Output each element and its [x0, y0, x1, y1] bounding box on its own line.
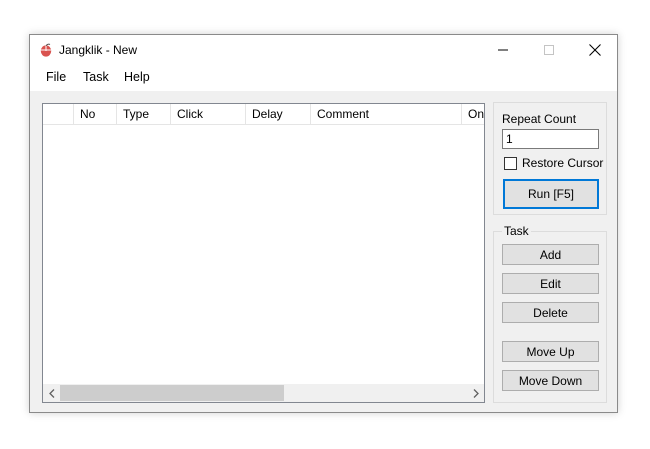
close-icon — [589, 44, 601, 56]
minimize-button[interactable] — [480, 35, 526, 65]
list-header: No Type Click Delay Comment On — [43, 104, 484, 125]
scroll-thumb[interactable] — [60, 385, 284, 401]
minimize-icon — [498, 49, 508, 51]
task-list[interactable]: No Type Click Delay Comment On — [42, 103, 485, 403]
task-group-label: Task — [502, 224, 531, 238]
move-up-button[interactable]: Move Up — [502, 341, 599, 362]
menu-help[interactable]: Help — [122, 70, 152, 84]
scroll-left-arrow[interactable] — [43, 384, 60, 402]
close-button[interactable] — [572, 35, 618, 65]
repeat-count-label: Repeat Count — [502, 112, 577, 126]
chevron-right-icon — [473, 388, 479, 398]
repeat-count-input[interactable] — [502, 129, 599, 149]
menu-task[interactable]: Task — [81, 70, 111, 84]
menu-file[interactable]: File — [44, 70, 68, 84]
mouse-icon — [39, 43, 53, 57]
move-down-button[interactable]: Move Down — [502, 370, 599, 391]
chevron-left-icon — [48, 388, 54, 398]
scroll-right-arrow[interactable] — [467, 384, 484, 402]
column-header-no[interactable]: No — [74, 104, 117, 124]
window-title: Jangklik - New — [59, 43, 138, 57]
maximize-icon — [544, 45, 554, 55]
column-header-comment[interactable]: Comment — [311, 104, 462, 124]
column-header-type[interactable]: Type — [117, 104, 171, 124]
run-button[interactable]: Run [F5] — [503, 179, 599, 209]
horizontal-scrollbar[interactable] — [43, 384, 484, 402]
add-button[interactable]: Add — [502, 244, 599, 265]
column-header-blank[interactable] — [43, 104, 74, 124]
delete-button[interactable]: Delete — [502, 302, 599, 323]
title-bar[interactable]: Jangklik - New — [30, 35, 617, 65]
app-window: Jangklik - New File Task Help No Type Cl… — [29, 34, 618, 413]
column-header-on[interactable]: On — [462, 104, 484, 124]
column-header-delay[interactable]: Delay — [246, 104, 311, 124]
edit-button[interactable]: Edit — [502, 273, 599, 294]
restore-cursor-label[interactable]: Restore Cursor — [522, 156, 603, 170]
maximize-button[interactable] — [526, 35, 572, 65]
column-header-click[interactable]: Click — [171, 104, 246, 124]
menu-bar: File Task Help — [30, 65, 617, 91]
restore-cursor-checkbox[interactable] — [504, 157, 517, 170]
